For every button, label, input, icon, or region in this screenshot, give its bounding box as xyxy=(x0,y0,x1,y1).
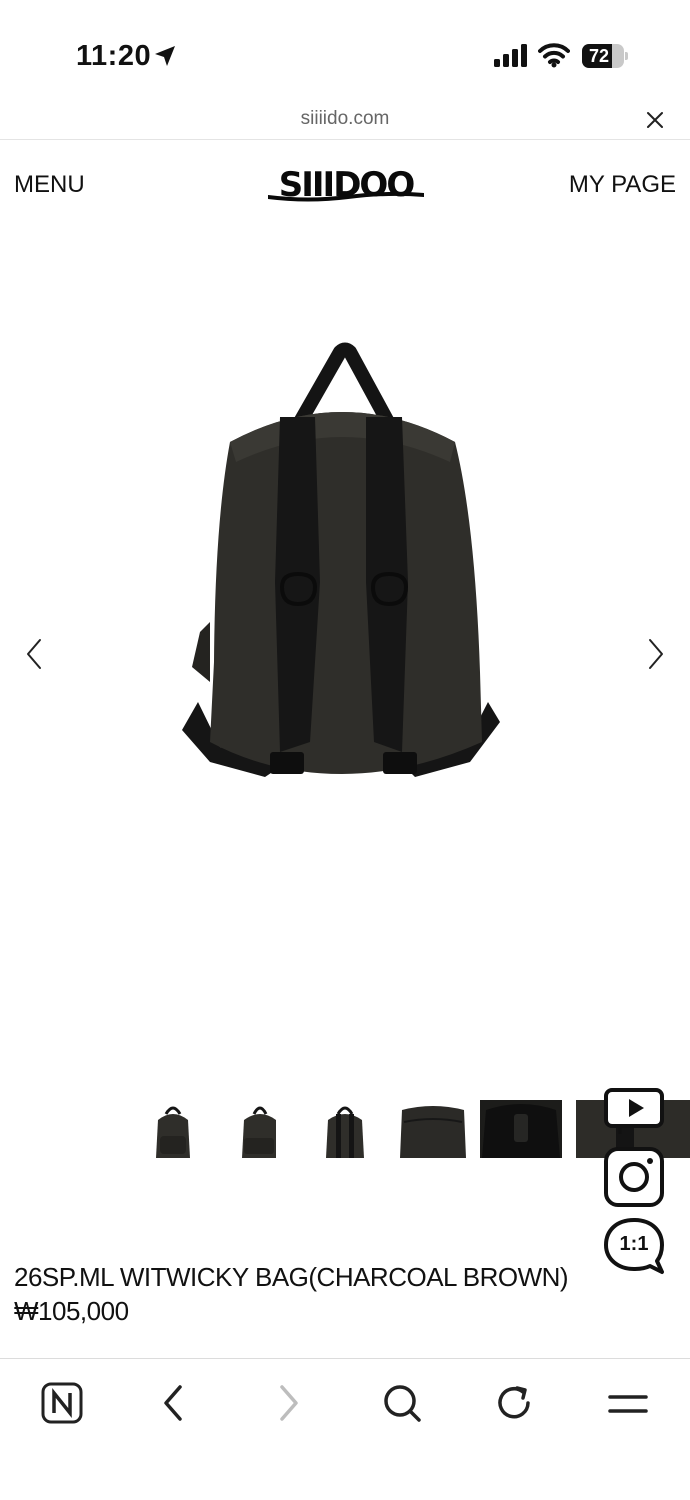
reload-icon[interactable] xyxy=(490,1379,538,1427)
location-arrow-icon xyxy=(155,46,175,66)
thumbnail-strip xyxy=(0,1096,690,1166)
forward-icon[interactable] xyxy=(264,1379,312,1427)
thumbnail-backpack-side[interactable] xyxy=(236,1100,282,1160)
thumbnail-bag-detail-pocket[interactable] xyxy=(398,1100,468,1160)
naver-home-icon[interactable] xyxy=(38,1379,86,1427)
battery-icon: 72 xyxy=(582,44,628,68)
battery-percent: 72 xyxy=(588,46,610,66)
instagram-icon[interactable] xyxy=(602,1146,666,1208)
status-time: 11:20 xyxy=(76,40,152,72)
status-bar: 11:20 72 xyxy=(0,0,690,100)
thumbnail-backpack-front[interactable] xyxy=(150,1100,196,1160)
product-price: ₩105,000 xyxy=(14,1296,129,1326)
back-icon[interactable] xyxy=(150,1379,198,1427)
chat-label: 1:1 xyxy=(619,1233,649,1255)
browser-url-bar: siiiido.com xyxy=(0,100,690,140)
browser-toolbar xyxy=(0,1358,690,1500)
thumbnail-backpack-back[interactable] xyxy=(320,1100,370,1160)
product-name: 26SP.ML WITWICKY BAG(CHARCOAL BROWN) xyxy=(14,1262,569,1292)
cellular-signal-icon xyxy=(494,44,527,67)
site-logo[interactable]: SIIIDOO xyxy=(266,165,426,205)
my-page-link[interactable]: MY PAGE xyxy=(569,171,676,199)
product-image-gallery xyxy=(0,232,690,1072)
wifi-icon xyxy=(538,43,570,68)
menu-icon[interactable] xyxy=(604,1379,652,1427)
menu-link[interactable]: MENU xyxy=(14,171,85,199)
search-icon[interactable] xyxy=(378,1379,426,1427)
site-header: MENU SIIIDOO MY PAGE xyxy=(0,141,690,231)
chevron-right-icon[interactable] xyxy=(644,636,668,672)
logo-swoosh xyxy=(268,191,424,202)
battery-body: 72 xyxy=(582,44,624,68)
chat-1to1-button[interactable]: 1:1 xyxy=(602,1214,666,1276)
close-icon[interactable] xyxy=(644,109,666,131)
thumbnail-bag-interior[interactable] xyxy=(480,1100,562,1160)
chevron-left-icon[interactable] xyxy=(22,636,46,672)
product-main-image[interactable] xyxy=(170,342,515,782)
url-text[interactable]: siiiido.com xyxy=(0,108,690,130)
battery-cap xyxy=(625,52,628,60)
video-play-icon[interactable] xyxy=(602,1084,666,1146)
